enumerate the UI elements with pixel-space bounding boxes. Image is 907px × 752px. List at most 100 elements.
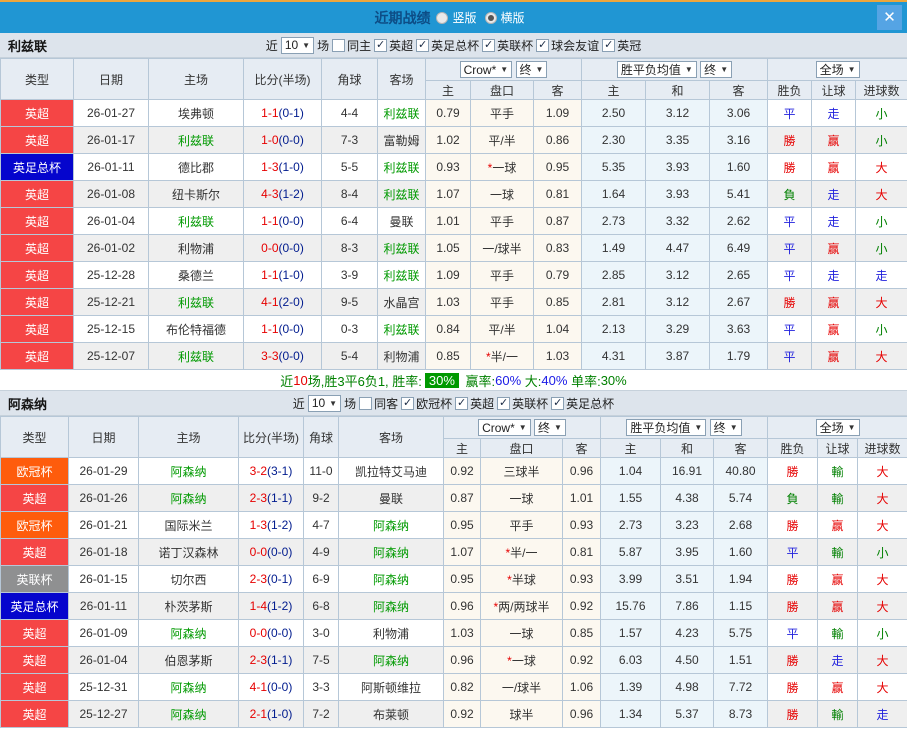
avg-time-select[interactable]: 终▼ — [700, 61, 732, 78]
home-odds: 0.84 — [426, 316, 471, 343]
match-date: 26-01-04 — [74, 208, 149, 235]
scope-select[interactable]: 全场▼ — [816, 61, 860, 78]
avg-home: 2.73 — [582, 208, 646, 235]
filter-bar: 近10▼场同客✓欧冠杯✓英超✓英联杯✓英足总杯 — [293, 395, 614, 412]
sub-header-1: 盘口 — [481, 439, 563, 458]
home-team: 德比郡 — [149, 154, 244, 181]
handicap-result-mark: 赢 — [812, 316, 856, 343]
corner-score: 6-8 — [304, 593, 339, 620]
scope-select[interactable]: 全场▼ — [816, 419, 860, 436]
sub-header-4: 和 — [661, 439, 714, 458]
score: 2-3(0-1) — [239, 566, 304, 593]
league-badge: 英超 — [1, 620, 69, 647]
avg-time-select[interactable]: 终▼ — [710, 419, 742, 436]
avg-away: 2.68 — [714, 512, 768, 539]
league-checkbox-3[interactable]: ✓英足总杯 — [551, 395, 614, 412]
odds-time-select[interactable]: 终▼ — [534, 419, 566, 436]
home-team: 切尔西 — [139, 566, 239, 593]
home-odds: 1.09 — [426, 262, 471, 289]
fulltime-score: 2-3 — [250, 572, 267, 586]
league-checkbox-1[interactable]: ✓英足总杯 — [416, 37, 479, 54]
radio-horizontal[interactable]: 横版 — [485, 9, 525, 26]
handicap: 一球 — [481, 485, 563, 512]
col-header-2: 主场 — [149, 59, 244, 100]
col-header-4: 角球 — [322, 59, 378, 100]
col-header-1: 日期 — [74, 59, 149, 100]
match-date: 26-01-17 — [74, 127, 149, 154]
odds-company-select-value: Crow* — [482, 421, 515, 435]
avg-home: 4.31 — [582, 343, 646, 370]
league-checkbox-2[interactable]: ✓英联杯 — [497, 395, 548, 412]
close-button[interactable]: ✕ — [877, 5, 902, 30]
result-mark: 平 — [768, 620, 818, 647]
col-header-5: 客场 — [339, 417, 444, 458]
same-venue-checkbox[interactable]: 同客 — [359, 395, 398, 412]
avg-away: 1.79 — [710, 343, 768, 370]
match-count-select[interactable]: 10▼ — [308, 395, 341, 412]
handicap: 平/半 — [471, 316, 534, 343]
same-venue-checkbox[interactable]: 同主 — [332, 37, 371, 54]
away-team: 凯拉特艾马迪 — [339, 458, 444, 485]
result-mark: 平 — [768, 235, 812, 262]
sub-header-2: 客 — [534, 81, 582, 100]
radio-vertical[interactable]: 竖版 — [436, 9, 476, 26]
avg-away: 1.94 — [714, 566, 768, 593]
league-checkbox-3[interactable]: ✓球会友谊 — [536, 37, 599, 54]
goals-mark: 大 — [858, 647, 907, 674]
halftime-score: (1-2) — [267, 599, 292, 613]
halftime-score: (1-2) — [279, 187, 304, 201]
halftime-score: (0-0) — [267, 680, 292, 694]
corner-score: 4-9 — [304, 539, 339, 566]
result-mark: 勝 — [768, 512, 818, 539]
handicap: 平手 — [471, 208, 534, 235]
match-date: 26-01-04 — [69, 647, 139, 674]
odds-company-select[interactable]: Crow*▼ — [478, 419, 531, 436]
chevron-down-icon: ▼ — [694, 423, 702, 432]
home-team: 诺丁汉森林 — [139, 539, 239, 566]
avg-draw: 16.91 — [661, 458, 714, 485]
avg-type-select[interactable]: 胜平负均值▼ — [617, 61, 697, 78]
fulltime-score: 1-1 — [261, 268, 278, 282]
home-team: 布伦特福德 — [149, 316, 244, 343]
match-date: 26-01-27 — [74, 100, 149, 127]
away-team: 阿斯顿维拉 — [339, 674, 444, 701]
league-checkbox-4[interactable]: ✓英冠 — [602, 37, 641, 54]
result-mark: 平 — [768, 100, 812, 127]
corner-score: 3-0 — [304, 620, 339, 647]
sub-header-5: 客 — [714, 439, 768, 458]
handicap-result-mark: 赢 — [812, 235, 856, 262]
match-date: 26-01-02 — [74, 235, 149, 262]
league-checkbox-0[interactable]: ✓欧冠杯 — [401, 395, 452, 412]
home-odds: 0.93 — [426, 154, 471, 181]
league-checkbox-2[interactable]: ✓英联杯 — [482, 37, 533, 54]
avg-home: 1.39 — [601, 674, 661, 701]
league-checkbox-1[interactable]: ✓英超 — [455, 395, 494, 412]
handicap-text: 平手 — [490, 296, 514, 310]
avg-home: 2.85 — [582, 262, 646, 289]
league-checkbox-0[interactable]: ✓英超 — [374, 37, 413, 54]
odds-company-select[interactable]: Crow*▼ — [460, 61, 513, 78]
home-odds: 1.02 — [426, 127, 471, 154]
handicap-text: 平/半 — [488, 134, 515, 148]
league-badge: 英联杯 — [1, 566, 69, 593]
home-team: 利兹联 — [149, 208, 244, 235]
avg-home: 1.57 — [601, 620, 661, 647]
avg-home: 5.35 — [582, 154, 646, 181]
match-count-select-value: 10 — [312, 396, 325, 410]
avg-away: 2.65 — [710, 262, 768, 289]
avg-home: 1.64 — [582, 181, 646, 208]
near-label: 近 — [266, 37, 278, 54]
odds-company-select-value: Crow* — [464, 63, 497, 77]
col-header-4: 角球 — [304, 417, 339, 458]
away-odds: 0.83 — [534, 235, 582, 262]
score: 1-1(0-0) — [244, 316, 322, 343]
handicap: 三球半 — [481, 458, 563, 485]
goals-mark: 小 — [856, 208, 907, 235]
odds-time-select[interactable]: 终▼ — [516, 61, 548, 78]
fulltime-score: 4-1 — [250, 680, 267, 694]
match-count-select[interactable]: 10▼ — [281, 37, 314, 54]
avg-type-select[interactable]: 胜平负均值▼ — [626, 419, 706, 436]
handicap: *半/一 — [471, 343, 534, 370]
score: 4-1(2-0) — [244, 289, 322, 316]
league-checkbox-0-label: 英超 — [389, 37, 413, 54]
